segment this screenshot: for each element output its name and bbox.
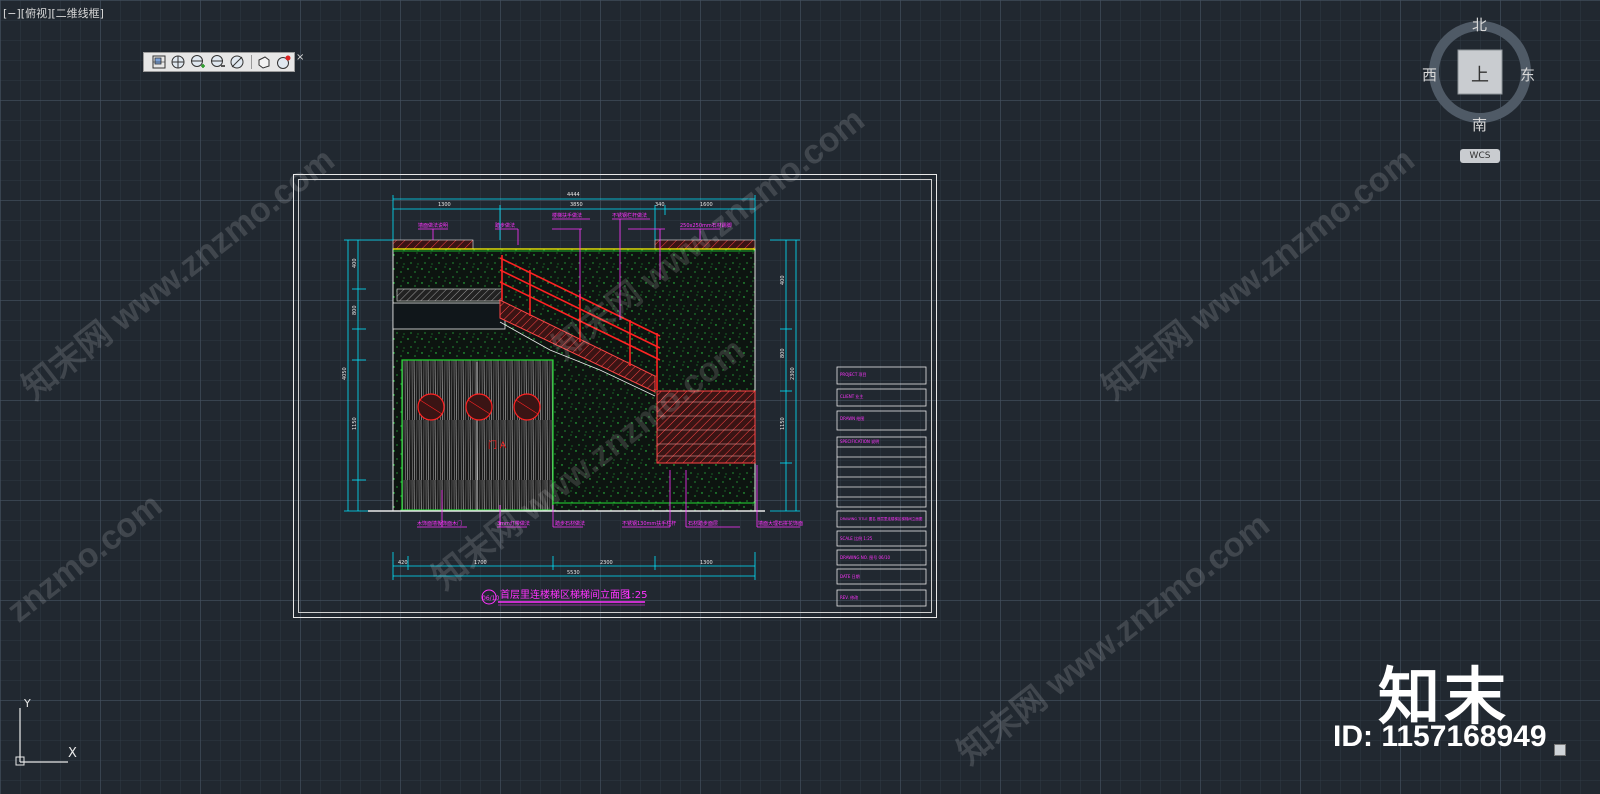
compass-north[interactable]: 北: [1472, 14, 1487, 35]
ucs-x-label: X: [68, 746, 77, 761]
title-block: [836, 366, 927, 607]
compass-west[interactable]: 西: [1422, 64, 1437, 85]
viewcube-top-face[interactable]: 上: [1471, 61, 1489, 87]
note-top-1: 墙面做法说明: [418, 222, 448, 229]
viewcube[interactable]: 北 南 西 东 上: [1420, 8, 1540, 168]
stair-elevation-drawing: 门 A 4444 1300 3850 340 1600 5530 420 170…: [342, 192, 927, 607]
ucs-icon: Y X: [10, 697, 80, 770]
dim-top-4: 1600: [700, 202, 713, 208]
wood-door-panel: [401, 359, 554, 511]
dim-top-total: 4444: [567, 192, 580, 198]
note-bottom-5: 石材踏步面层: [688, 520, 718, 527]
note-bottom-1: 木饰面墙板饰面木门: [417, 520, 462, 527]
note-top-3: 楼梯扶手做法: [552, 212, 582, 219]
dim-right-2: 800: [780, 348, 786, 358]
dim-top-3: 340: [655, 202, 665, 208]
dim-right-3: 1150: [780, 417, 786, 430]
dim-left-3: 1150: [352, 417, 358, 430]
drawing-title: 首层里连楼梯区梯梯间立面图: [500, 588, 630, 601]
note-bottom-3: 踏步石材做法: [555, 520, 585, 527]
dim-bottom-1: 420: [398, 560, 408, 566]
scrollbar-corner[interactable]: [1554, 744, 1566, 756]
ucs-y-label: Y: [24, 697, 31, 710]
note-bottom-4: 不锈钢130mm扶手栏杆: [622, 520, 676, 527]
dim-top-2: 3850: [570, 202, 583, 208]
wcs-menu-button[interactable]: WCS: [1460, 149, 1500, 163]
dim-bottom-4: 1300: [700, 560, 713, 566]
tb-scale: SCALE 比例 1:25: [840, 535, 873, 541]
tb-drawn: DRAWN 绘图: [840, 415, 864, 421]
drawing-scale: 1:25: [625, 590, 647, 601]
dim-right-1: 400: [780, 275, 786, 285]
tb-rev: REV. 修改: [840, 594, 858, 600]
landing-slab: [396, 288, 503, 302]
ceiling-slab-right: [654, 239, 756, 250]
watermark-id: ID: 1157168949: [1333, 720, 1547, 753]
tb-date: DATE 日期: [840, 573, 860, 579]
dim-bottom-2: 1700: [474, 560, 487, 566]
tb-drawing-title: DRAWING TITLE 图名 首层里连楼梯区梯梯间立面图: [840, 516, 923, 521]
note-top-4: 不锈钢栏杆做法: [612, 212, 647, 219]
dim-bottom-3: 2300: [600, 560, 613, 566]
note-bottom-6: 墙面大理石拼花饰面: [758, 520, 803, 527]
note-top-2: 踏步做法: [495, 222, 515, 229]
note-bottom-2: 3mm灯带做法: [497, 520, 530, 527]
title-tag: 06/10: [482, 595, 499, 602]
tb-spec: SPECIFICATION 说明: [840, 438, 879, 444]
ceiling-slab-left: [392, 239, 474, 250]
dim-bottom-total: 5530: [567, 570, 580, 576]
compass-east[interactable]: 东: [1520, 64, 1535, 85]
tb-project: PROJECT 项目: [840, 371, 867, 377]
tb-client: CLIENT 业主: [840, 393, 863, 399]
note-top-5: 250x250mm石材踢脚: [680, 222, 732, 229]
dim-left-2: 800: [352, 305, 358, 315]
tb-drawing-no: DRAWING NO. 图号 06/10: [840, 554, 890, 560]
compass-south[interactable]: 南: [1472, 114, 1487, 135]
dim-left-total: 4050: [342, 367, 348, 380]
dim-top-1: 1300: [438, 202, 451, 208]
dim-left-1: 400: [352, 258, 358, 268]
door-label: 门 A: [488, 439, 507, 451]
dim-right-total: 2300: [790, 367, 796, 380]
